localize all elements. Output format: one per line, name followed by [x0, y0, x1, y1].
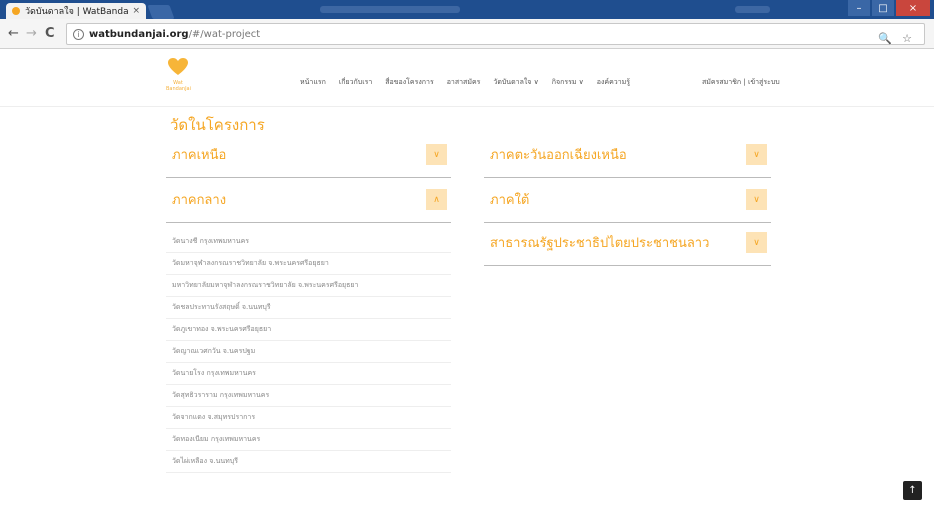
temple-link[interactable]: วัดชลประทานรังสฤษดิ์ จ.นนทบุรี	[166, 297, 451, 319]
temple-link[interactable]: วัดจากแดง จ.สมุทรปราการ	[166, 407, 451, 429]
profile-blur	[735, 6, 770, 13]
browser-tabbar: วัดบันดาลใจ | WatBandanj × – □ ×	[0, 0, 934, 19]
chevron-down-icon[interactable]: ∨	[746, 189, 767, 210]
zoom-icon[interactable]: 🔍	[878, 32, 892, 45]
accordion-header[interactable]: ภาคกลาง ∧	[166, 177, 451, 223]
nav-activities[interactable]: กิจกรรม ∨	[552, 77, 584, 88]
scroll-to-top-button[interactable]: ↑	[903, 481, 922, 500]
accordion-header[interactable]: ภาคเหนือ ∨	[166, 132, 451, 178]
panel-title: ภาคกลาง	[172, 193, 227, 208]
nav-knowledge[interactable]: องค์ความรู้	[597, 77, 630, 88]
reload-icon[interactable]: C	[45, 26, 55, 41]
temple-link[interactable]: วัดทองเนียม กรุงเทพมหานคร	[166, 429, 451, 451]
temple-link[interactable]: วัดไผ่เหลือง จ.นนทบุรี	[166, 451, 451, 473]
url-path: /#/wat-project	[188, 28, 261, 40]
temple-link[interactable]: วัดภูเขาทอง จ.พระนครศรีอยุธยา	[166, 319, 451, 341]
panel-title: ภาคตะวันออกเฉียงเหนือ	[490, 148, 627, 163]
heart-favicon-icon	[12, 7, 20, 15]
site-header: Wat BandanJai หน้าแรก เกี่ยวกับเรา สื่อข…	[0, 49, 934, 107]
temple-link[interactable]: มหาวิทยาลัยมหาจุฬาลงกรณราชวิทยาลัย จ.พระ…	[166, 275, 451, 297]
chevron-up-icon[interactable]: ∧	[426, 189, 447, 210]
window-controls: – □ ×	[846, 0, 930, 16]
panel-title: สาธารณรัฐประชาธิปไตยประชาชนลาว	[490, 236, 710, 251]
chevron-down-icon[interactable]: ∨	[746, 232, 767, 253]
info-icon[interactable]: i	[73, 28, 84, 40]
temple-link[interactable]: วัดนางชี กรุงเทพมหานคร	[166, 231, 451, 253]
temple-link[interactable]: วัดญาณเวศกวัน จ.นครปฐม	[166, 341, 451, 363]
forward-icon[interactable]: →	[26, 26, 37, 41]
chevron-down-icon[interactable]: ∨	[426, 144, 447, 165]
bookmark-star-icon[interactable]: ☆	[902, 32, 912, 45]
region-panel-south: ภาคใต้ ∨	[484, 177, 771, 223]
back-icon[interactable]: ←	[8, 26, 19, 41]
tab-close-icon[interactable]: ×	[132, 6, 140, 16]
region-panel-northeast: ภาคตะวันออกเฉียงเหนือ ∨	[484, 132, 771, 178]
logo-text: Wat BandanJai	[166, 80, 191, 92]
maximize-button[interactable]: □	[872, 0, 894, 16]
temple-link[interactable]: วัดสุทธิวราราม กรุงเทพมหานคร	[166, 385, 451, 407]
accordion-header[interactable]: สาธารณรัฐประชาธิปไตยประชาชนลาว ∨	[484, 220, 771, 266]
nav-volunteer[interactable]: อาสาสมัคร	[447, 77, 481, 88]
chevron-down-icon[interactable]: ∨	[746, 144, 767, 165]
nav-media[interactable]: สื่อของโครงการ	[385, 77, 433, 88]
browser-tab[interactable]: วัดบันดาลใจ | WatBandanj ×	[6, 3, 146, 19]
auth-links[interactable]: สมัครสมาชิก | เข้าสู่ระบบ	[702, 77, 780, 88]
temple-link[interactable]: วัดนายโรง กรุงเทพมหานคร	[166, 363, 451, 385]
close-window-button[interactable]: ×	[896, 0, 930, 16]
url-domain: watbundanjai.org	[89, 28, 189, 40]
heart-logo-icon	[168, 58, 188, 75]
address-bar[interactable]: i watbundanjai.org /#/wat-project 🔍 ☆	[66, 23, 925, 45]
new-tab-button[interactable]	[147, 5, 175, 19]
nav-home[interactable]: หน้าแรก	[300, 77, 326, 88]
main-nav: หน้าแรก เกี่ยวกับเรา สื่อของโครงการ อาสา…	[300, 77, 643, 88]
site-logo[interactable]: Wat BandanJai	[166, 58, 191, 92]
nav-about[interactable]: เกี่ยวกับเรา	[339, 77, 372, 88]
window-title-blur	[320, 6, 460, 13]
region-panel-laos: สาธารณรัฐประชาธิปไตยประชาชนลาว ∨	[484, 220, 771, 266]
temple-link[interactable]: วัดมหาจุฬาลงกรณราชวิทยาลัย จ.พระนครศรีอย…	[166, 253, 451, 275]
panel-title: ภาคเหนือ	[172, 148, 227, 163]
accordion-header[interactable]: ภาคใต้ ∨	[484, 177, 771, 223]
tab-title: วัดบันดาลใจ | WatBandanj	[25, 7, 129, 17]
region-panel-north: ภาคเหนือ ∨	[166, 132, 451, 178]
temple-list: วัดนางชี กรุงเทพมหานคร วัดมหาจุฬาลงกรณรา…	[166, 231, 451, 473]
browser-toolbar: ← → C i watbundanjai.org /#/wat-project …	[0, 19, 934, 49]
accordion-header[interactable]: ภาคตะวันออกเฉียงเหนือ ∨	[484, 132, 771, 178]
minimize-button[interactable]: –	[848, 0, 870, 16]
nav-wat-bandanjai[interactable]: วัดบันดาลใจ ∨	[493, 77, 538, 88]
region-panel-central: ภาคกลาง ∧ วัดนางชี กรุงเทพมหานคร วัดมหาจ…	[166, 177, 451, 473]
panel-title: ภาคใต้	[490, 193, 530, 208]
